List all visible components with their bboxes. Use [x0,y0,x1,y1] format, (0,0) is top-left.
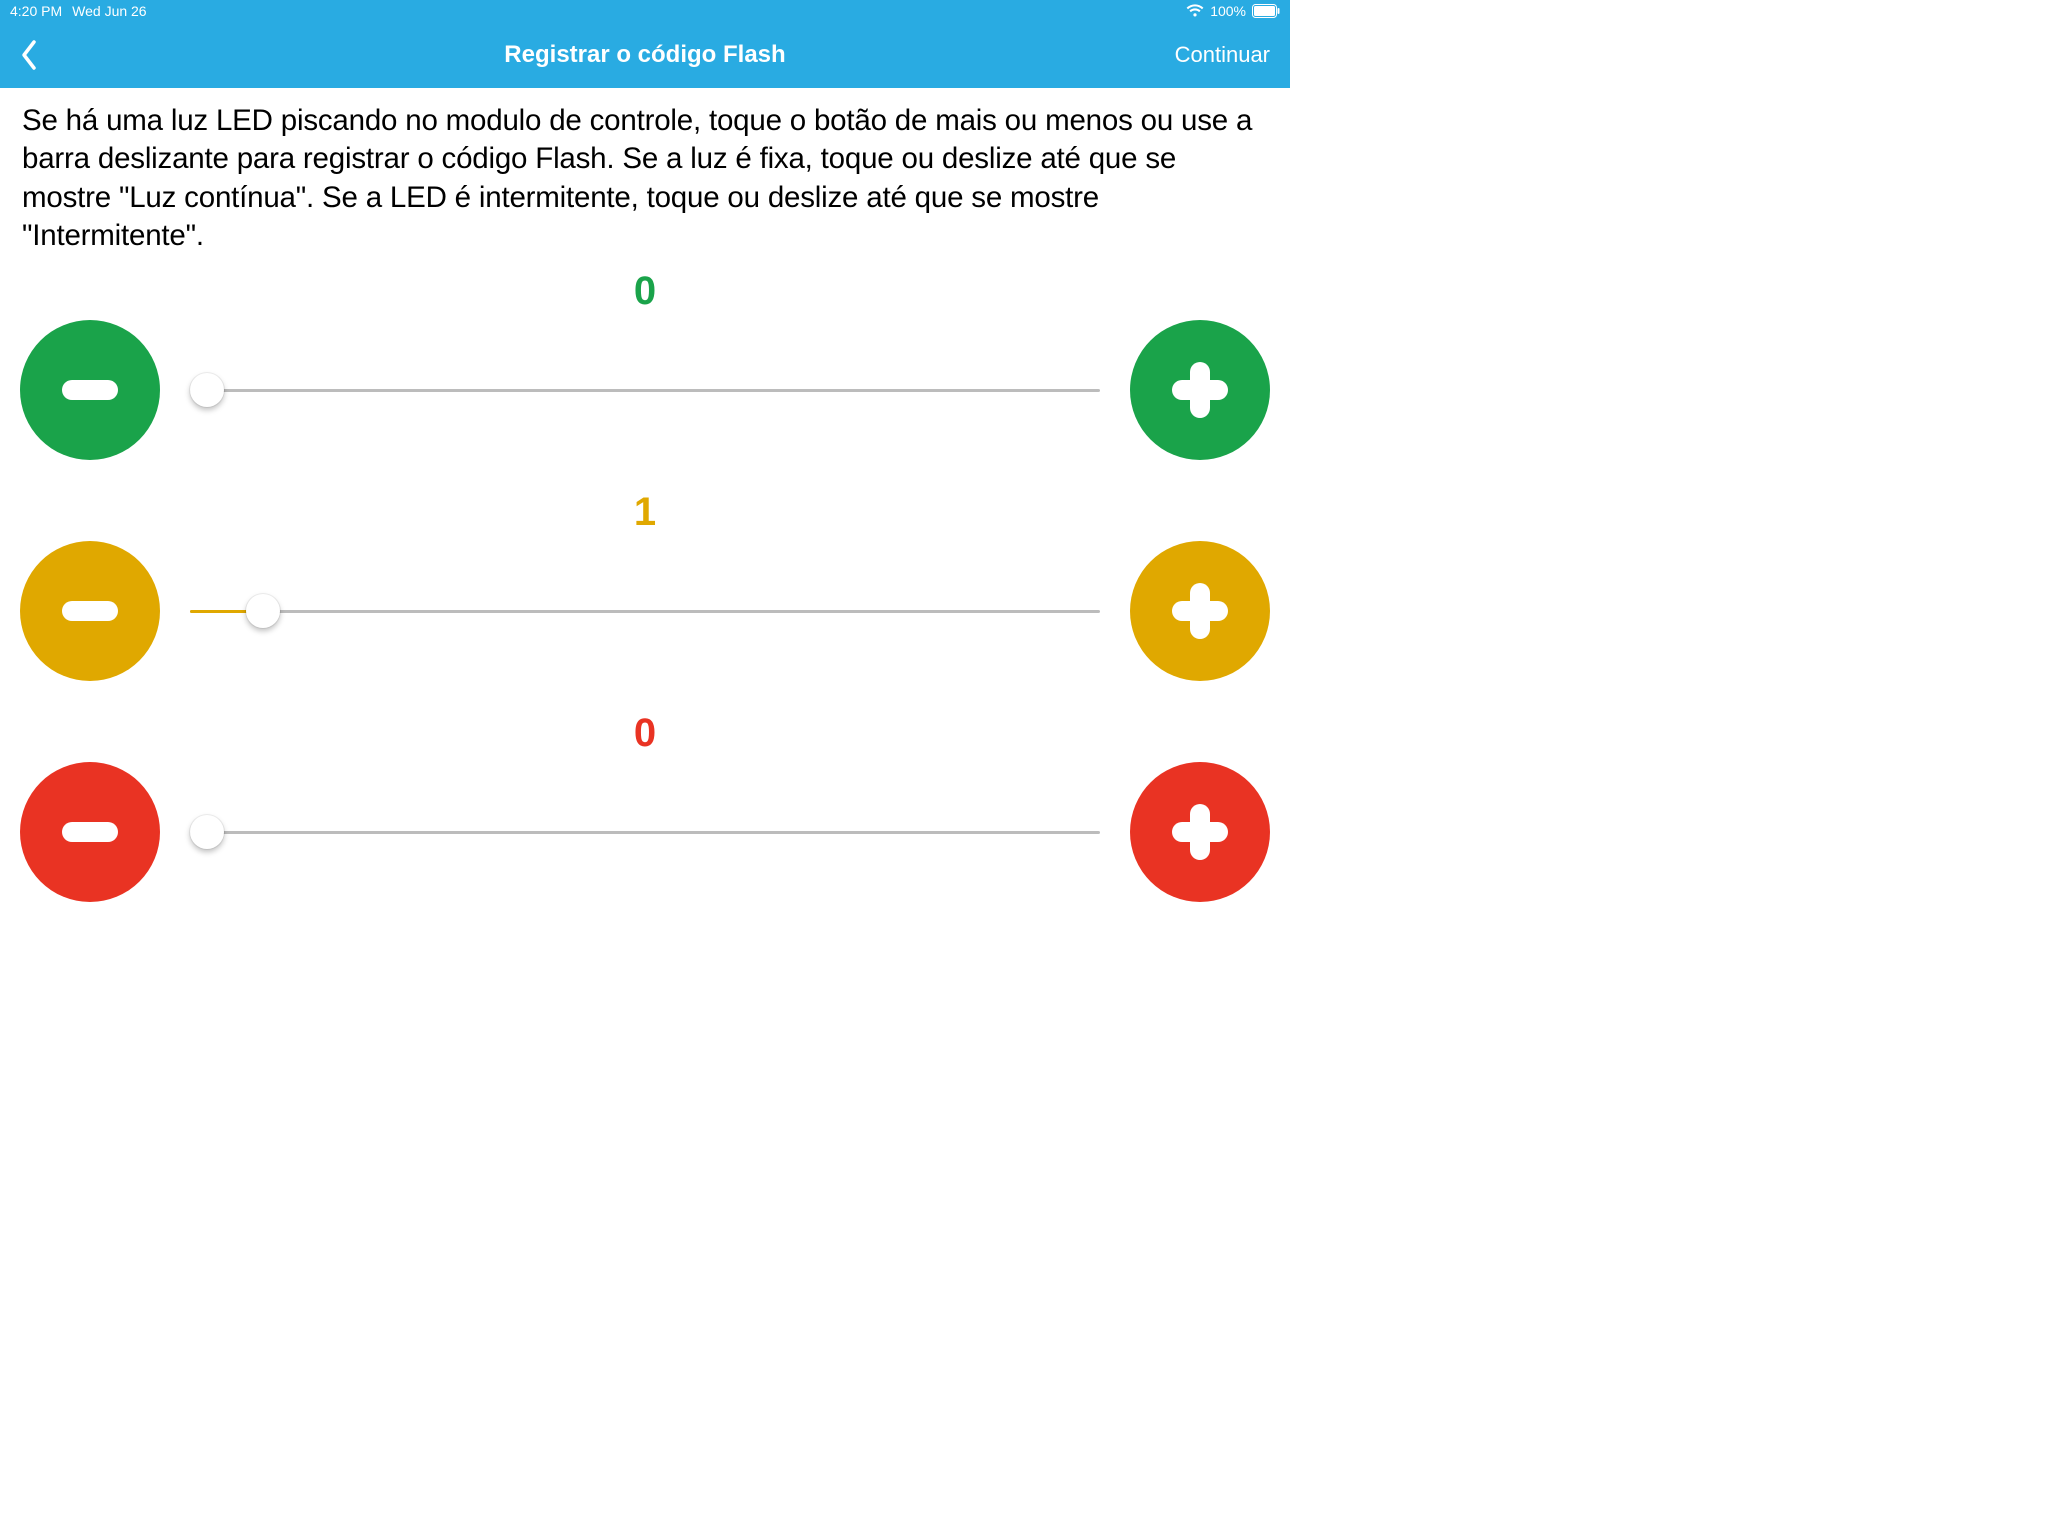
green-slider-block: 0 [20,269,1270,460]
plus-icon [1162,573,1238,649]
slider-track [190,610,1100,613]
continue-button[interactable]: Continuar [1175,42,1270,68]
app-screen: 4:20 PM Wed Jun 26 100% Registrar o códi… [0,0,1290,968]
minus-icon [52,573,128,649]
red-minus-button[interactable] [20,762,160,902]
slider-track [190,831,1100,834]
nav-bar: Registrar o código Flash Continuar [0,22,1290,88]
amber-slider-block: 1 [20,490,1270,681]
status-left: 4:20 PM Wed Jun 26 [10,3,147,19]
slider-thumb[interactable] [246,594,280,628]
amber-slider-row [20,541,1270,681]
status-date: Wed Jun 26 [72,3,146,19]
slider-thumb[interactable] [190,373,224,407]
status-bar: 4:20 PM Wed Jun 26 100% [0,0,1290,22]
page-title: Registrar o código Flash [504,41,785,69]
instructions-text: Se há uma luz LED piscando no modulo de … [0,88,1290,265]
green-slider[interactable] [190,370,1100,410]
red-plus-button[interactable] [1130,762,1270,902]
minus-icon [52,794,128,870]
plus-icon [1162,352,1238,428]
amber-slider[interactable] [190,591,1100,631]
amber-plus-button[interactable] [1130,541,1270,681]
green-slider-value: 0 [20,269,1270,314]
sliders-group: 0 1 [0,269,1290,902]
red-slider-row [20,762,1270,902]
green-slider-row [20,320,1270,460]
green-minus-button[interactable] [20,320,160,460]
plus-icon [1162,794,1238,870]
slider-thumb[interactable] [190,815,224,849]
back-button[interactable] [20,35,50,75]
minus-icon [52,352,128,428]
amber-slider-value: 1 [20,490,1270,535]
status-time: 4:20 PM [10,3,62,19]
red-slider[interactable] [190,812,1100,852]
amber-minus-button[interactable] [20,541,160,681]
red-slider-value: 0 [20,711,1270,756]
chevron-left-icon [20,39,38,71]
battery-percent: 100% [1210,3,1246,19]
status-right: 100% [1186,3,1280,19]
green-plus-button[interactable] [1130,320,1270,460]
battery-icon [1252,4,1280,18]
wifi-icon [1186,4,1204,18]
red-slider-block: 0 [20,711,1270,902]
slider-track [190,389,1100,392]
